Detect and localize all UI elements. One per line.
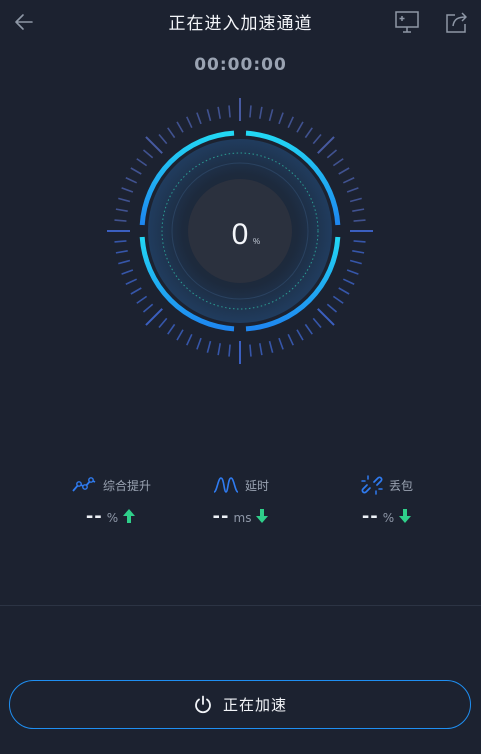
elapsed-timer: 00:00:00 bbox=[194, 55, 287, 75]
dial-tick bbox=[118, 197, 131, 203]
dial-tick bbox=[353, 240, 366, 243]
dial-tick bbox=[304, 323, 313, 335]
dial-tick bbox=[259, 343, 263, 356]
dial-unit: % bbox=[253, 237, 260, 246]
dial-tick bbox=[249, 344, 252, 357]
dial-tick bbox=[287, 333, 294, 346]
dial-tick bbox=[121, 187, 134, 193]
dial-tick bbox=[114, 219, 127, 222]
dial-tick bbox=[249, 105, 252, 118]
dial-tick bbox=[145, 308, 163, 326]
stat-label: 丢包 bbox=[388, 478, 413, 493]
dial-tick bbox=[206, 340, 212, 353]
dial-tick bbox=[118, 259, 131, 265]
dial-tick bbox=[176, 121, 184, 133]
stat-label: 延时 bbox=[244, 478, 269, 493]
dial-tick bbox=[332, 295, 344, 304]
dial-tick bbox=[125, 278, 138, 285]
stat-label: 综合提升 bbox=[102, 478, 151, 493]
top-bar: 正在进入加速通道 bbox=[0, 0, 481, 44]
dial-tick bbox=[121, 269, 134, 275]
divider bbox=[0, 605, 481, 606]
dial-tick bbox=[338, 167, 350, 175]
dial-tick bbox=[228, 344, 231, 357]
dial-tick bbox=[296, 329, 304, 341]
monitor-plus-icon bbox=[395, 11, 419, 33]
dial-tick bbox=[352, 250, 365, 254]
dial-value: 0 bbox=[232, 218, 249, 251]
broken-link-icon bbox=[361, 475, 383, 495]
dial-tick bbox=[136, 295, 148, 304]
arrow-down-icon bbox=[399, 509, 412, 523]
stat-packet-loss: 丢包 -- % bbox=[322, 474, 452, 527]
share-button[interactable] bbox=[439, 4, 475, 40]
dial-tick bbox=[142, 303, 154, 313]
speed-dial: 0 % bbox=[107, 98, 373, 364]
stat-unit: % bbox=[106, 511, 119, 525]
dial-tick bbox=[349, 259, 362, 265]
dial-tick bbox=[278, 112, 284, 125]
dial-tick bbox=[142, 149, 154, 159]
stat-unit: % bbox=[382, 511, 395, 525]
dial-tick bbox=[296, 121, 304, 133]
dial-tick bbox=[136, 158, 148, 167]
dial-tick bbox=[349, 197, 362, 203]
dial-tick bbox=[228, 105, 231, 118]
dial-tick bbox=[206, 109, 212, 122]
dial-tick bbox=[130, 167, 142, 175]
dial-tick bbox=[304, 127, 313, 139]
dial-tick bbox=[346, 269, 359, 275]
dial-tick bbox=[176, 329, 184, 341]
dial-tick bbox=[186, 333, 193, 346]
dial-tick bbox=[167, 323, 176, 335]
dial-tick bbox=[186, 116, 193, 129]
dial-tick bbox=[332, 158, 344, 167]
dial-tick bbox=[352, 208, 365, 212]
dial-tick bbox=[346, 187, 359, 193]
dial-tick bbox=[196, 337, 202, 350]
power-icon bbox=[195, 695, 211, 713]
dial-tick bbox=[145, 136, 163, 154]
dial-tick bbox=[317, 308, 335, 326]
accelerating-label: 正在加速 bbox=[222, 696, 287, 714]
dial-tick bbox=[114, 240, 127, 243]
dial-tick bbox=[115, 208, 128, 212]
wave-icon bbox=[213, 477, 239, 493]
dial-tick bbox=[217, 106, 221, 119]
trend-line-icon bbox=[72, 477, 96, 492]
dial-tick bbox=[326, 149, 338, 159]
dial-tick bbox=[326, 303, 338, 313]
stat-overall: 综合提升 -- % bbox=[46, 474, 176, 527]
dial-tick bbox=[342, 177, 355, 184]
dial-tick bbox=[158, 133, 168, 145]
dial-tick bbox=[130, 287, 142, 295]
stat-latency: 延时 -- ms bbox=[176, 474, 306, 527]
monitor-button[interactable] bbox=[389, 4, 425, 40]
stat-value: -- bbox=[212, 505, 230, 527]
dial-tick bbox=[217, 343, 221, 356]
dial-tick bbox=[287, 116, 294, 129]
dial-tick bbox=[196, 112, 202, 125]
dial-tick bbox=[125, 177, 138, 184]
dial-tick bbox=[158, 317, 168, 329]
dial-tick bbox=[268, 340, 274, 353]
dial-tick bbox=[312, 317, 322, 329]
dial-tick bbox=[353, 219, 366, 222]
arrow-down-icon bbox=[256, 509, 269, 523]
dial-tick bbox=[115, 250, 128, 254]
dial-tick bbox=[167, 127, 176, 139]
dial-tick bbox=[278, 337, 284, 350]
stat-value: -- bbox=[85, 505, 103, 527]
dial-tick bbox=[312, 133, 322, 145]
share-icon bbox=[446, 12, 467, 33]
stat-unit: ms bbox=[233, 511, 252, 525]
dial-tick bbox=[259, 106, 263, 119]
arrow-up-icon bbox=[123, 509, 136, 523]
dial-tick bbox=[317, 136, 335, 154]
accelerating-button[interactable]: 正在加速 bbox=[9, 680, 471, 729]
dial-tick bbox=[268, 109, 274, 122]
dial-tick bbox=[338, 287, 350, 295]
dial-tick bbox=[342, 278, 355, 285]
stat-value: -- bbox=[361, 505, 379, 527]
